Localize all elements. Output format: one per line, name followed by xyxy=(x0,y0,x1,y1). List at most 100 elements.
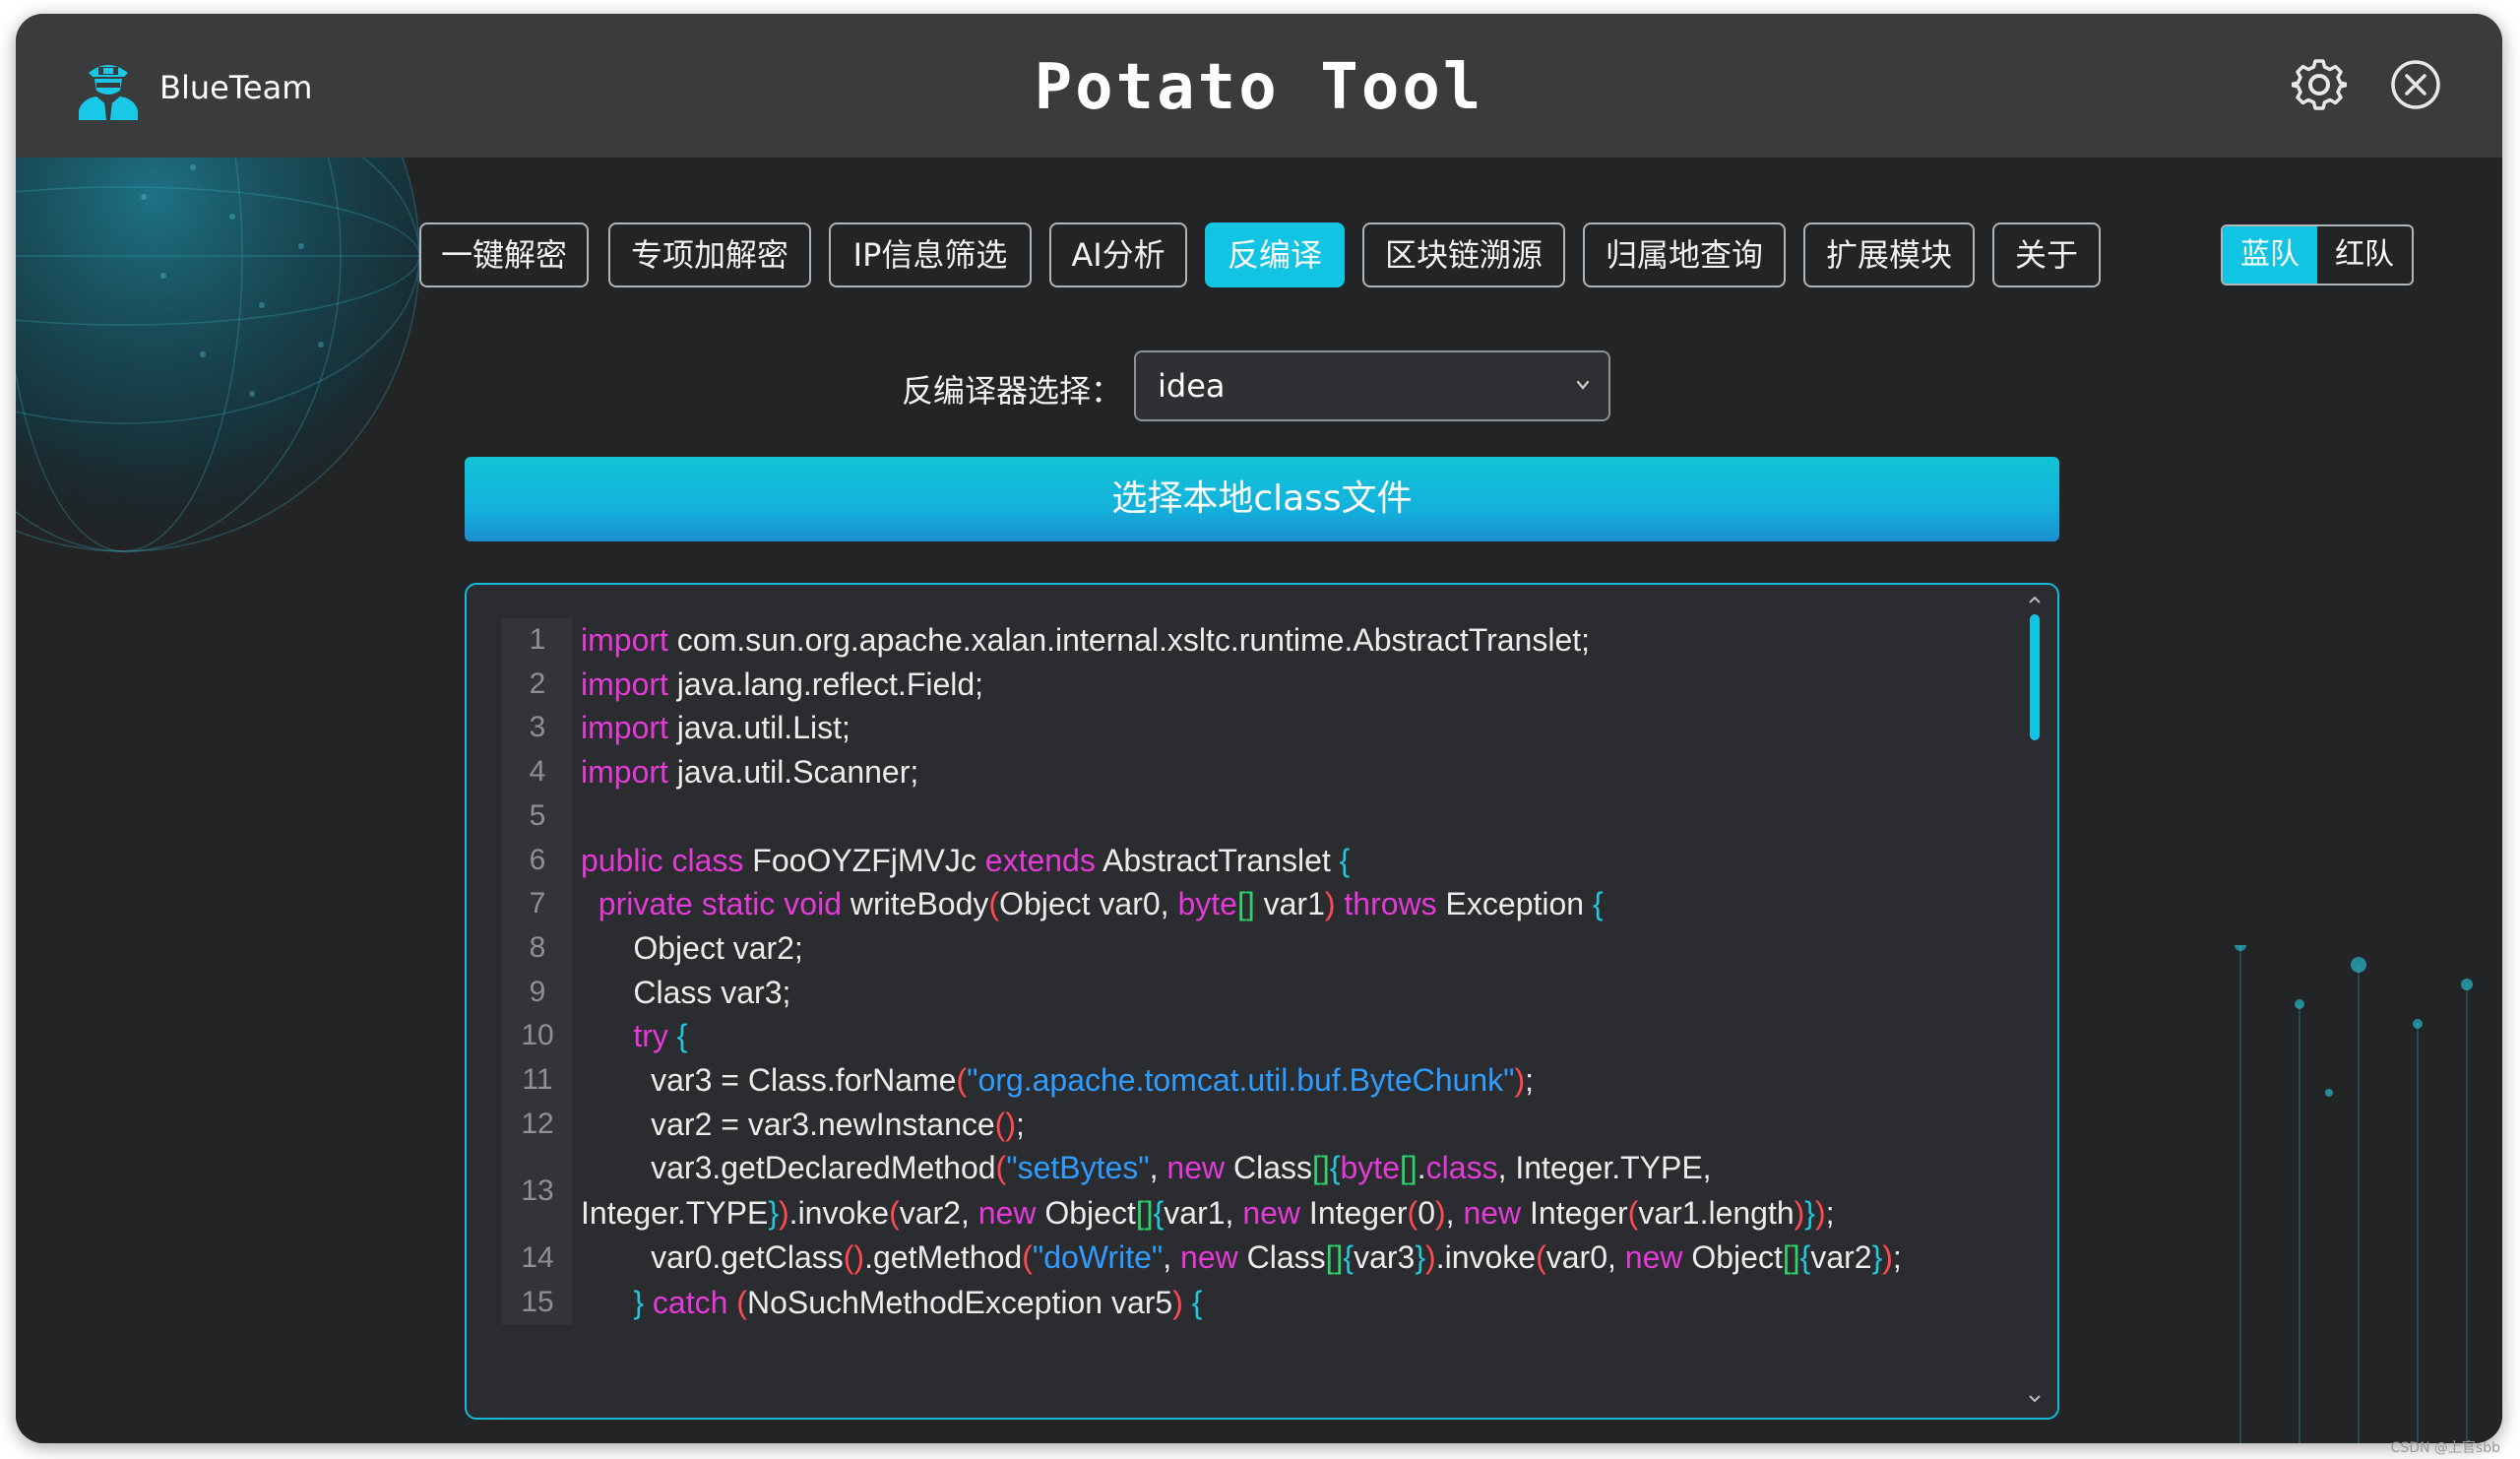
code-token: static xyxy=(701,886,776,922)
code-token: private xyxy=(598,886,693,922)
code-line: 1 import com.sun.org.apache.xalan.interna… xyxy=(502,618,1979,663)
code-token: Class xyxy=(1225,1150,1313,1186)
code-token: { xyxy=(1799,1239,1811,1276)
code-token: byte xyxy=(1340,1150,1400,1186)
code-token: ( xyxy=(1536,1239,1546,1276)
code-token: import xyxy=(581,622,668,658)
code-token: var1 xyxy=(1254,886,1325,922)
code-token: ( xyxy=(1022,1239,1033,1276)
code-token: Object xyxy=(1682,1239,1783,1276)
decompiler-select[interactable]: idea xyxy=(1134,350,1610,421)
code-token: var3 xyxy=(1354,1239,1416,1276)
code-token: Object var2; xyxy=(581,929,803,966)
code-text: var3.getDeclaredMethod("setBytes", new C… xyxy=(573,1146,1979,1236)
code-token: ) xyxy=(1435,1194,1446,1231)
code-token: class xyxy=(1425,1150,1498,1186)
blue-team-option[interactable]: 蓝队 xyxy=(2223,226,2317,284)
code-line: 10 try { xyxy=(502,1014,1979,1059)
code-token: com.sun.org.apache.xalan.internal.xsltc.… xyxy=(667,622,1591,658)
code-token: { xyxy=(1153,1194,1165,1231)
main-content: 一键解密 专项加解密 IP信息筛选 AI分析 反编译 区块链溯源 归属地查询 扩… xyxy=(16,158,2502,1443)
code-line: 4 import java.util.Scanner; xyxy=(502,750,1979,794)
circuit-background-graphic xyxy=(2235,945,2473,1443)
line-number: 12 xyxy=(502,1102,573,1147)
code-token: { xyxy=(1592,886,1604,922)
code-token: class xyxy=(671,842,744,878)
code-line: 2 import java.lang.reflect.Field; xyxy=(502,662,1979,707)
code-token: var1, xyxy=(1164,1194,1243,1231)
code-token: 0 xyxy=(1418,1194,1435,1231)
close-circle-icon[interactable] xyxy=(2388,57,2443,112)
globe-background-graphic xyxy=(16,158,420,552)
tab-special-crypto[interactable]: 专项加解密 xyxy=(608,222,811,287)
scrollbar-thumb[interactable] xyxy=(2030,614,2040,740)
code-token: } xyxy=(768,1194,780,1231)
code-token: ( xyxy=(956,1062,968,1099)
app-title: Potato Tool xyxy=(1034,51,1484,124)
gear-icon[interactable] xyxy=(2292,57,2347,112)
code-token: { xyxy=(1191,1284,1203,1320)
tab-ip-filter[interactable]: IP信息筛选 xyxy=(829,222,1032,287)
code-token: var2 xyxy=(1810,1239,1872,1276)
code-token: var0.getClass xyxy=(581,1239,844,1276)
code-line: 3 import java.util.List; xyxy=(502,706,1979,751)
scroll-down-arrow-icon[interactable] xyxy=(2028,1394,2042,1404)
code-text: var2 = var3.newInstance(); xyxy=(573,1103,1979,1147)
code-token: new xyxy=(1166,1150,1226,1186)
code-token: import xyxy=(581,754,668,791)
line-number: 3 xyxy=(502,706,573,751)
code-token: void xyxy=(784,886,842,922)
code-token: .invoke xyxy=(788,1194,890,1231)
red-team-option[interactable]: 红队 xyxy=(2317,226,2412,284)
line-number: 9 xyxy=(502,970,573,1015)
code-token: "org.apache.tomcat.util.buf.ByteChunk" xyxy=(967,1062,1515,1099)
code-token: import xyxy=(581,710,668,746)
choose-class-file-button[interactable]: 选择本地class文件 xyxy=(465,457,2059,541)
watermark: CSDN @上官sbb xyxy=(2390,1440,2500,1456)
tab-extensions[interactable]: 扩展模块 xyxy=(1803,222,1975,287)
code-token: ( xyxy=(889,1194,900,1231)
code-token: ; xyxy=(1892,1239,1902,1276)
code-token: ( xyxy=(988,886,1000,922)
code-token: ) xyxy=(779,1194,789,1231)
code-line: 14 var0.getClass().getMethod("doWrite", … xyxy=(502,1236,1979,1281)
line-number: 13 xyxy=(502,1146,573,1237)
code-token: ) xyxy=(1814,1194,1826,1231)
code-token: ( xyxy=(1407,1194,1418,1231)
tab-blockchain-trace[interactable]: 区块链溯源 xyxy=(1362,222,1565,287)
code-token: var2, xyxy=(899,1194,978,1231)
line-number: 1 xyxy=(502,618,573,663)
code-token: } xyxy=(1871,1239,1883,1276)
code-viewer[interactable]: 1 import com.sun.org.apache.xalan.interna… xyxy=(465,583,2059,1420)
code-line: 11 var3 = Class.forName("org.apache.tomc… xyxy=(502,1058,1979,1103)
code-token: ( xyxy=(995,1150,1007,1186)
code-token: NoSuchMethodException var5 xyxy=(746,1284,1173,1320)
tab-decompile[interactable]: 反编译 xyxy=(1205,222,1345,287)
code-token: new xyxy=(1624,1239,1683,1276)
code-token: , xyxy=(1149,1150,1167,1186)
code-line: 8 Object var2; xyxy=(502,925,1979,971)
code-line: 9 Class var3; xyxy=(502,970,1979,1015)
code-token: ) xyxy=(1425,1239,1436,1276)
code-token: writeBody xyxy=(842,886,989,922)
line-number: 2 xyxy=(502,662,573,707)
scroll-up-arrow-icon[interactable] xyxy=(2028,595,2042,604)
tab-about[interactable]: 关于 xyxy=(1992,222,2101,287)
chevron-down-icon xyxy=(1576,380,1590,390)
code-token: java.util.Scanner; xyxy=(667,754,919,791)
tab-ai-analysis[interactable]: AI分析 xyxy=(1049,222,1187,287)
tab-location-lookup[interactable]: 归属地查询 xyxy=(1583,222,1786,287)
tab-one-click-decrypt[interactable]: 一键解密 xyxy=(419,222,589,287)
code-token: catch xyxy=(652,1284,728,1320)
code-token: Object var0, xyxy=(999,886,1178,922)
line-number: 7 xyxy=(502,882,573,926)
code-line: 7 private static void writeBody(Object v… xyxy=(502,882,1979,926)
line-number: 14 xyxy=(502,1236,573,1281)
